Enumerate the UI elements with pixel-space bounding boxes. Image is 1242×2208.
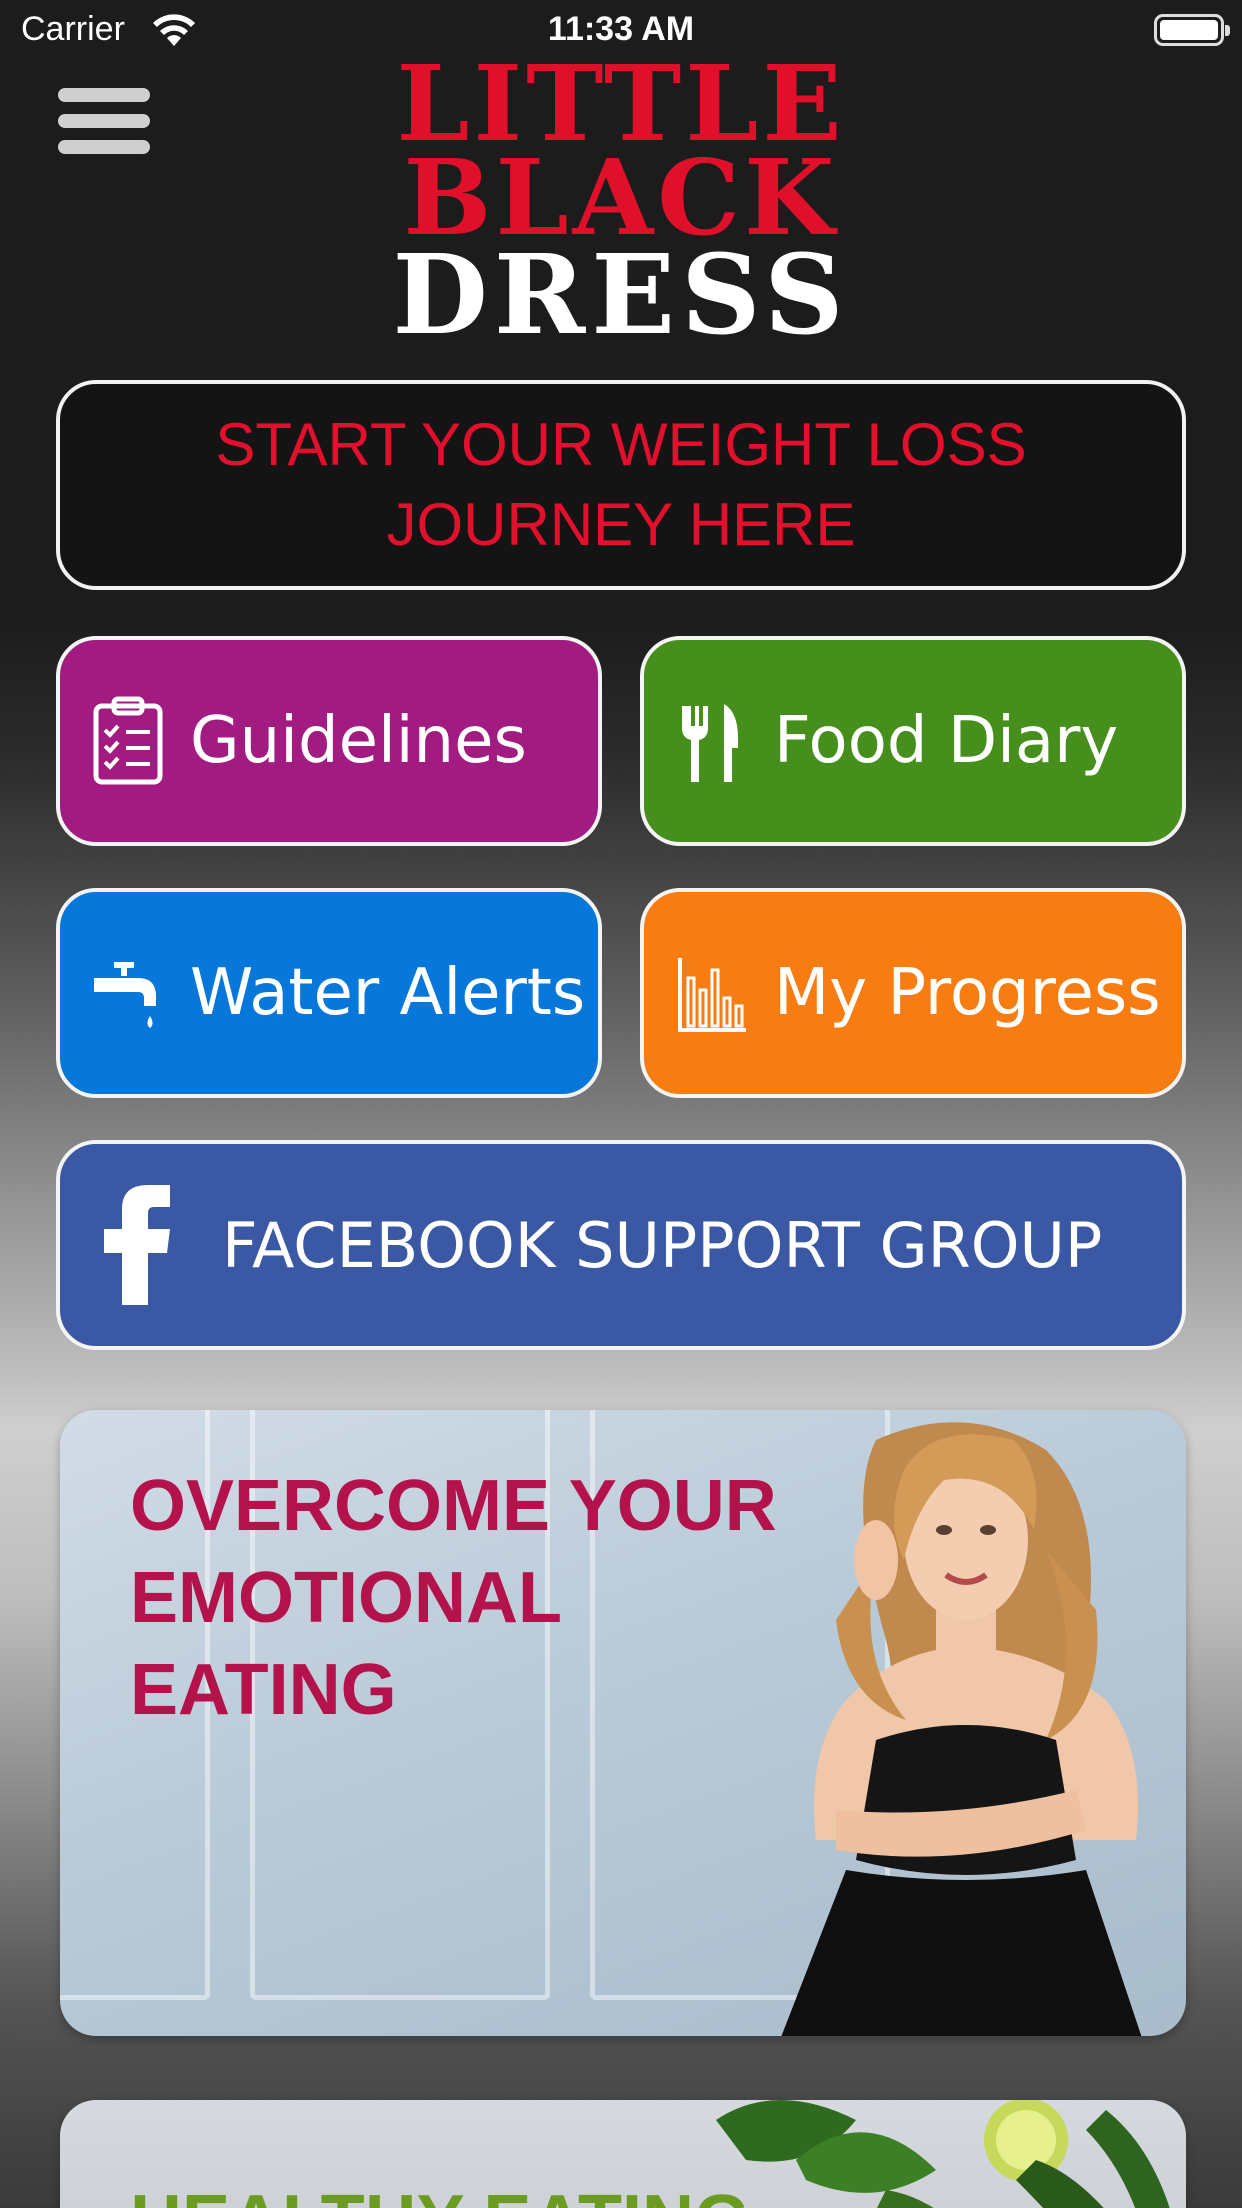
battery-icon — [1154, 14, 1230, 46]
my-progress-button[interactable]: My Progress — [640, 888, 1186, 1098]
my-progress-label: My Progress — [774, 956, 1161, 1030]
woman-photo — [781, 1422, 1142, 2036]
fork-knife-icon — [682, 704, 738, 782]
bar-chart-icon — [678, 958, 746, 1032]
facebook-support-group-button[interactable]: FACEBOOK SUPPORT GROUP — [56, 1140, 1186, 1350]
logo-line-little: LITTLE — [396, 42, 846, 165]
vegetables-photo — [716, 2100, 1170, 2208]
healthy-eating-banner[interactable]: HEALTHY EATING — [60, 2100, 1186, 2208]
logo-line-dress: DRESS — [392, 230, 850, 359]
emotional-eating-banner[interactable]: OVERCOME YOUR EMOTIONAL EATING — [60, 1410, 1186, 2036]
healthy-eating-title: HEALTHY EATING — [130, 2180, 750, 2208]
water-tap-icon — [94, 962, 156, 1028]
facebook-support-group-label: FACEBOOK SUPPORT GROUP — [222, 1208, 1103, 1282]
water-alerts-label: Water Alerts — [190, 956, 586, 1030]
guidelines-label: Guidelines — [190, 704, 527, 778]
food-diary-button[interactable]: Food Diary — [640, 636, 1186, 846]
food-diary-label: Food Diary — [774, 704, 1119, 778]
facebook-icon — [104, 1185, 170, 1305]
app-logo: LITTLE BLACK DRESS — [370, 52, 872, 350]
start-journey-button[interactable]: START YOUR WEIGHT LOSS JOURNEY HERE — [56, 380, 1186, 590]
water-alerts-button[interactable]: Water Alerts — [56, 888, 602, 1098]
guidelines-button[interactable]: Guidelines — [56, 636, 602, 846]
clipboard-checklist-icon — [93, 696, 163, 785]
logo-line-black: BLACK — [403, 136, 839, 259]
start-journey-label: START YOUR WEIGHT LOSS JOURNEY HERE — [215, 411, 1027, 558]
hamburger-menu-icon[interactable] — [58, 84, 150, 156]
